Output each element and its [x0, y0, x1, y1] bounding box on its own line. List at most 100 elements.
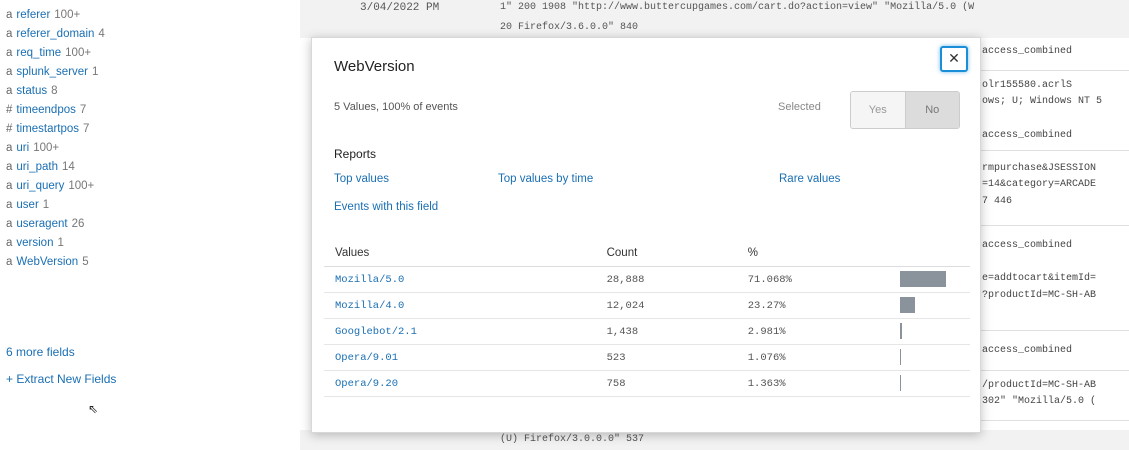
value-count: 28,888	[595, 266, 737, 293]
field-item-timestartpos[interactable]: # timestartpos 7	[6, 120, 300, 139]
value-link[interactable]: Mozilla/5.0	[324, 266, 596, 293]
field-list: a referer 100+ a referer_domain 4 a req_time 100…	[0, 0, 300, 272]
value-link[interactable]: Opera/9.20	[324, 370, 596, 397]
percent-column-header: %	[736, 240, 893, 267]
percent-bar	[900, 271, 947, 287]
field-item-referer-domain[interactable]: a referer_domain 4	[6, 25, 300, 44]
field-count: 7	[79, 104, 87, 116]
event-right-text: /productId=MC-SH-AB	[982, 380, 1097, 391]
field-name: splunk_server	[16, 66, 88, 78]
field-item-status[interactable]: a status 8	[6, 82, 300, 101]
field-item-referer[interactable]: a referer 100+	[6, 6, 300, 25]
event-right-text: =14&category=ARCADE	[982, 179, 1097, 190]
table-row: Opera/9.20 758 1.363%	[324, 370, 970, 397]
event-right-text: 7 446	[982, 196, 1013, 207]
bar-column-header	[892, 240, 970, 267]
event-right-text: rmpurchase&JSESSION	[982, 163, 1097, 174]
field-name: referer_domain	[16, 28, 95, 40]
top-values-link[interactable]: Top values	[334, 173, 389, 185]
event-right-text: ?productId=MC-SH-AB	[982, 290, 1097, 301]
field-type-icon: a	[6, 237, 13, 249]
field-count: 100+	[68, 180, 95, 192]
percent-bar	[900, 375, 902, 391]
value-bar-cell	[892, 370, 970, 397]
field-item-uri-query[interactable]: a uri_query 100+	[6, 177, 300, 196]
field-type-icon: a	[6, 199, 13, 211]
count-column-header: Count	[595, 240, 737, 267]
field-name: version	[16, 237, 54, 249]
reports-label: Reports	[334, 147, 377, 161]
event-right-text: access_combined	[982, 46, 1073, 57]
events-with-field-link[interactable]: Events with this field	[334, 201, 438, 213]
field-count: 1	[92, 66, 99, 78]
field-type-icon: a	[6, 180, 13, 192]
field-name: user	[16, 199, 39, 211]
close-button[interactable]: ✕	[940, 46, 968, 72]
values-table: Values Count % Mozilla/5.0 28,888 71.068% M…	[324, 240, 970, 397]
value-link[interactable]: Googlebot/2.1	[324, 318, 596, 345]
field-type-icon: a	[6, 28, 13, 40]
field-name: referer	[16, 9, 51, 21]
field-type-icon: a	[6, 85, 13, 97]
field-type-icon: #	[6, 104, 13, 116]
selected-yes-button[interactable]: Yes	[851, 92, 906, 128]
field-item-uri[interactable]: a uri 100+	[6, 139, 300, 158]
percent-bar-track	[900, 375, 946, 391]
event-right-text: access_combined	[982, 240, 1073, 251]
field-type-icon: a	[6, 161, 13, 173]
field-item-splunk-server[interactable]: a splunk_server 1	[6, 63, 300, 82]
rare-values-link[interactable]: Rare values	[779, 173, 840, 185]
table-row: Opera/9.01 523 1.076%	[324, 344, 970, 371]
event-right-text: ows; U; Windows NT 5	[982, 96, 1103, 107]
value-bar-cell	[892, 344, 970, 371]
field-name: timestartpos	[16, 123, 80, 135]
event-right-text: access_combined	[982, 130, 1073, 141]
value-link[interactable]: Mozilla/4.0	[324, 292, 596, 319]
event-right-text: 302" "Mozilla/5.0 (	[982, 396, 1097, 407]
value-percent: 71.068%	[736, 266, 893, 293]
event-separator	[975, 370, 1129, 371]
event-row-background	[300, 430, 1129, 450]
field-count: 100+	[54, 9, 81, 21]
extract-new-fields-link[interactable]: + Extract New Fields	[6, 372, 116, 386]
percent-bar	[900, 297, 916, 313]
field-count: 4	[98, 28, 105, 40]
value-count: 1,438	[595, 318, 737, 345]
more-fields-link[interactable]: 6 more fields	[6, 345, 75, 359]
event-timestamp: 3/04/2022 PM	[360, 2, 440, 14]
event-raw-line: 20 Firefox/3.6.0.0" 840	[500, 22, 639, 33]
percent-bar-track	[900, 271, 947, 287]
field-count: 14	[61, 161, 75, 173]
field-item-timeendpos[interactable]: # timeendpos 7	[6, 101, 300, 120]
selected-label: Selected	[778, 101, 821, 113]
percent-bar-track	[900, 349, 946, 365]
value-count: 12,024	[595, 292, 737, 319]
selected-toggle: Yes No	[850, 91, 960, 129]
field-name: timeendpos	[16, 104, 76, 116]
field-item-webversion[interactable]: a WebVersion 5	[6, 253, 300, 272]
top-values-by-time-link[interactable]: Top values by time	[498, 173, 593, 185]
field-name: req_time	[16, 47, 62, 59]
percent-bar	[900, 323, 903, 339]
field-name: uri	[16, 142, 30, 154]
field-item-version[interactable]: a version 1	[6, 234, 300, 253]
field-item-useragent[interactable]: a useragent 26	[6, 215, 300, 234]
event-separator	[975, 70, 1129, 71]
value-bar-cell	[892, 318, 970, 345]
value-link[interactable]: Opera/9.01	[324, 344, 596, 371]
event-right-text: access_combined	[982, 345, 1073, 356]
field-item-user[interactable]: a user 1	[6, 196, 300, 215]
selected-no-button[interactable]: No	[905, 92, 959, 128]
percent-bar-track	[900, 323, 946, 339]
field-name: WebVersion	[16, 256, 79, 268]
field-type-icon: a	[6, 218, 13, 230]
field-count: 26	[71, 218, 85, 230]
field-count: 1	[42, 199, 50, 211]
event-separator	[975, 150, 1129, 151]
event-separator	[975, 330, 1129, 331]
field-type-icon: a	[6, 47, 13, 59]
field-name: status	[16, 85, 48, 97]
event-right-text: e=addtocart&itemId=	[982, 273, 1097, 284]
field-item-req-time[interactable]: a req_time 100+	[6, 44, 300, 63]
field-item-uri-path[interactable]: a uri_path 14	[6, 158, 300, 177]
